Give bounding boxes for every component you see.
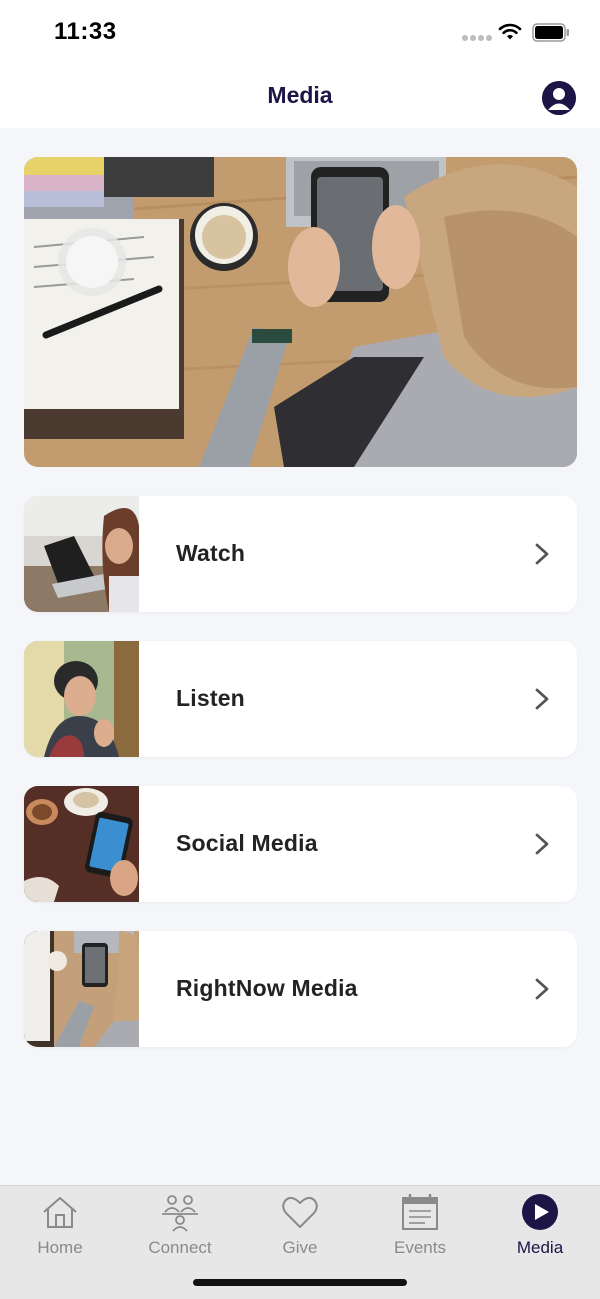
thumbnail-image [24, 786, 139, 902]
media-item-watch[interactable]: Watch [24, 496, 577, 612]
chevron-right-icon [535, 688, 549, 710]
app-header: Media [0, 66, 600, 128]
page-title: Media [267, 82, 333, 108]
tab-label: Give [282, 1238, 318, 1257]
status-bar: 11:33 [0, 0, 600, 66]
media-screen: 11:33 Media Watch Listen Social Media Ri… [0, 0, 600, 1299]
chevron-right-icon [535, 543, 549, 565]
thumbnail-image [24, 496, 139, 612]
tab-connect[interactable]: Connect [120, 1192, 240, 1260]
person-circle-icon [542, 81, 576, 115]
tab-events[interactable]: Events [360, 1192, 480, 1260]
media-item-label: Listen [176, 685, 245, 711]
thumbnail-image [24, 641, 139, 757]
home-icon [43, 1197, 77, 1228]
media-item-label: Watch [176, 540, 246, 566]
thumbnail-image [24, 931, 139, 1047]
calendar-icon [402, 1194, 438, 1230]
wifi-icon [498, 23, 522, 40]
profile-button[interactable] [542, 81, 576, 115]
heart-icon [282, 1197, 318, 1228]
media-item-rightnow-media[interactable]: RightNow Media [24, 931, 577, 1047]
chevron-right-icon [535, 833, 549, 855]
chevron-right-icon [535, 978, 549, 1000]
play-circle-icon [522, 1194, 558, 1230]
media-item-social-media[interactable]: Social Media [24, 786, 577, 902]
media-item-label: RightNow Media [176, 975, 358, 1001]
signal-icon [462, 35, 494, 53]
tab-give[interactable]: Give [240, 1192, 360, 1260]
tab-home[interactable]: Home [0, 1192, 120, 1260]
hero-image [24, 157, 577, 467]
media-item-label: Social Media [176, 830, 318, 856]
status-time: 11:33 [54, 18, 117, 45]
home-indicator [193, 1279, 407, 1286]
tab-label: Connect [148, 1238, 212, 1257]
tab-label: Events [394, 1238, 446, 1257]
tab-media[interactable]: Media [480, 1192, 600, 1260]
media-list: Watch Listen Social Media RightNow Media [24, 496, 577, 1076]
people-icon [162, 1195, 198, 1232]
battery-icon [532, 23, 569, 42]
tab-label: Media [516, 1238, 564, 1257]
tab-label: Home [37, 1238, 83, 1257]
media-item-listen[interactable]: Listen [24, 641, 577, 757]
